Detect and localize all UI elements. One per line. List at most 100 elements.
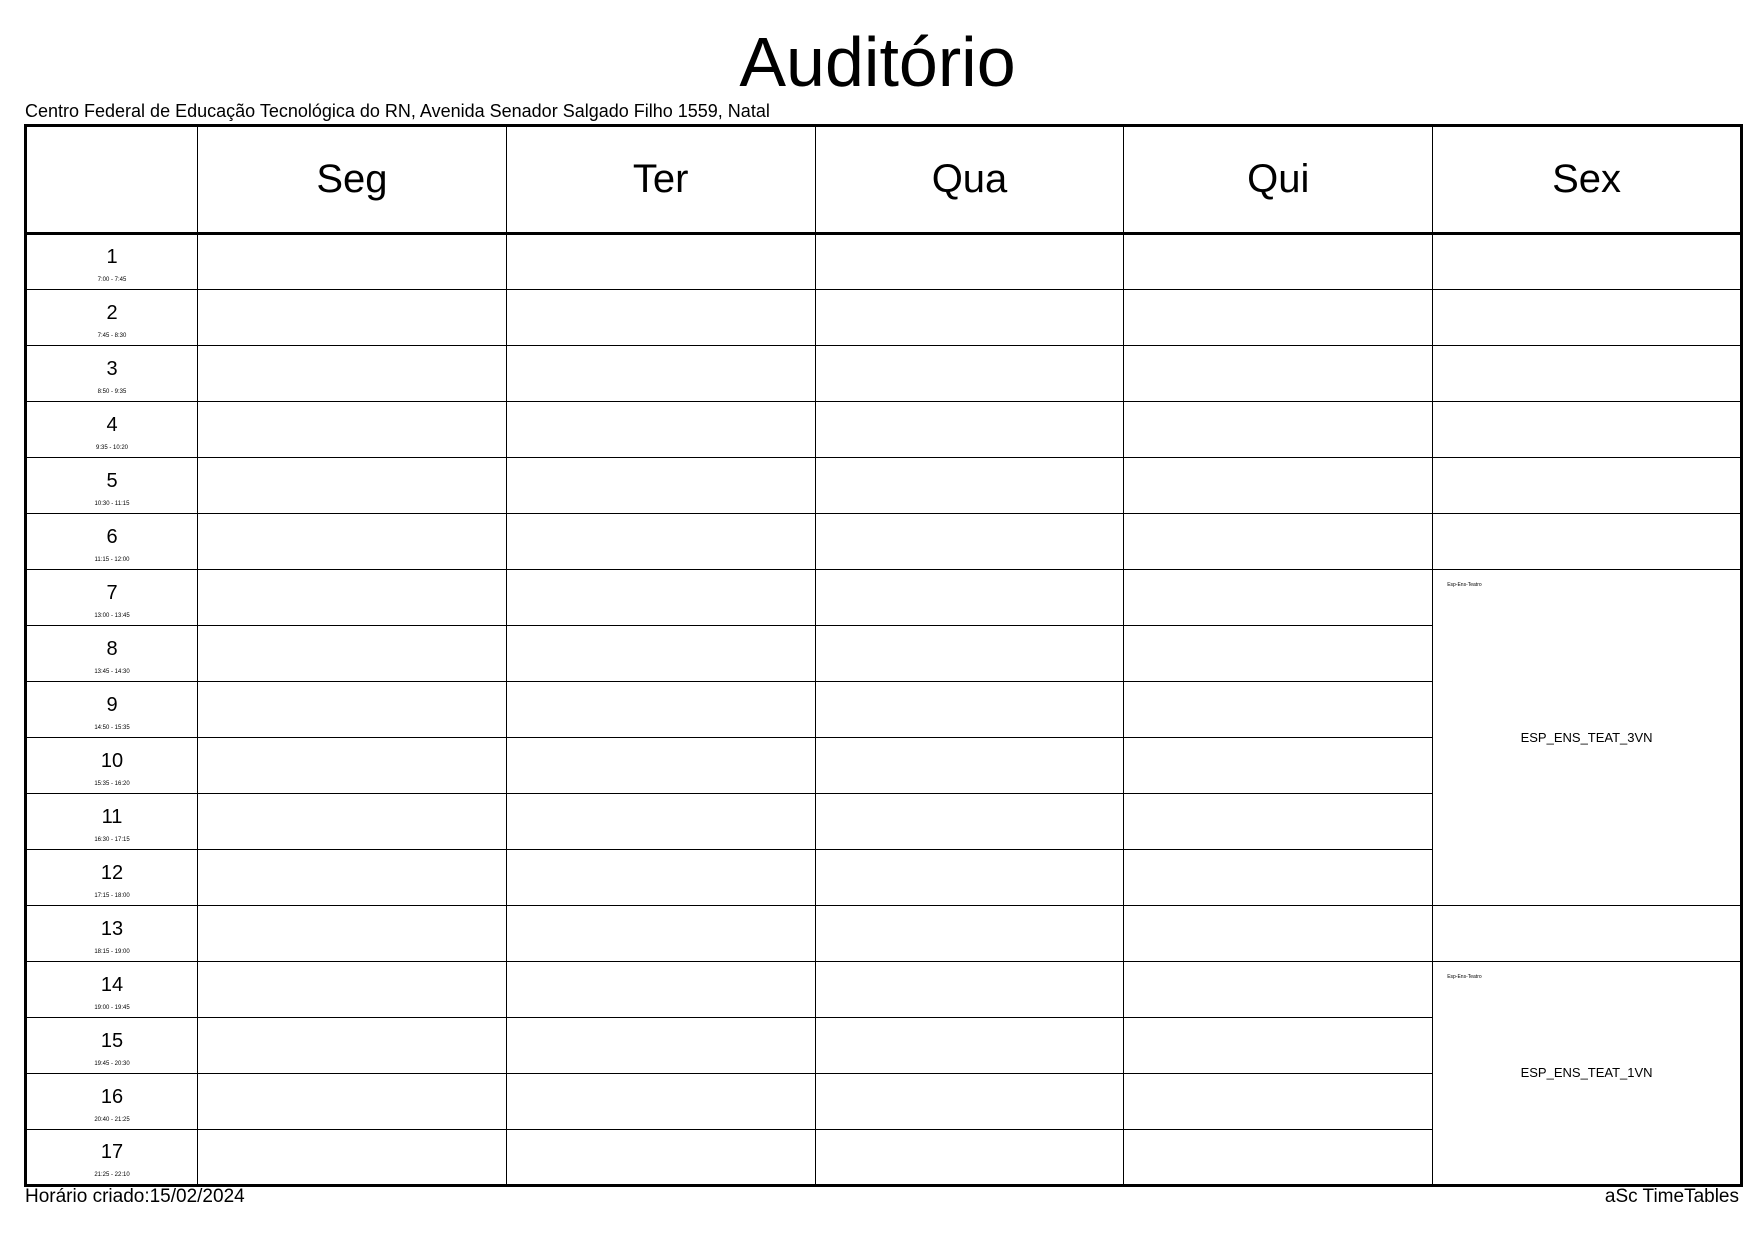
- empty-slot: [1432, 233, 1742, 290]
- page-title: Auditório: [739, 23, 1016, 101]
- timetable-grid: Seg Ter Qua Qui Sex 1 7:00 - 7:45 2 7:45 - …: [24, 124, 1743, 1187]
- period-number: 17: [100, 1141, 124, 1163]
- empty-slot: [1432, 401, 1742, 458]
- period-number: 1: [106, 246, 118, 268]
- empty-slot: [1432, 457, 1742, 514]
- empty-slot: [505, 793, 816, 850]
- lesson-card: Esp-Ens-Teatro ESP_ENS_TEAT_3VN: [1432, 569, 1742, 906]
- empty-slot: [1123, 289, 1434, 346]
- period-label-cell: 16 20:40 - 21:25: [25, 1073, 198, 1130]
- period-number: 15: [100, 1029, 124, 1052]
- timetable-body: 1 7:00 - 7:45 2 7:45 - 8:30 3 8:50 - 9:35 4 9:3…: [25, 233, 1742, 1186]
- empty-slot: [197, 401, 507, 458]
- period-number: 16: [100, 1085, 124, 1108]
- period-number: 8: [106, 637, 118, 660]
- period-label-cell: 2 7:45 - 8:30: [25, 289, 198, 346]
- period-row: 5 10:30 - 11:15: [25, 457, 1742, 514]
- empty-slot: [814, 513, 1125, 570]
- empty-slot: [1432, 905, 1742, 962]
- empty-slot: [1123, 1073, 1434, 1130]
- empty-slot: [505, 625, 816, 682]
- empty-slot: [505, 849, 816, 906]
- lesson-subject: Esp-Ens-Teatro: [1447, 582, 1482, 588]
- empty-slot: [197, 961, 507, 1018]
- school-address: Centro Federal de Educação Tecnológica d…: [25, 101, 770, 121]
- empty-slot: [814, 905, 1125, 962]
- day-header-ter: Ter: [505, 125, 816, 235]
- period-row: 3 8:50 - 9:35: [25, 345, 1742, 402]
- period-label-cell: 6 11:15 - 12:00: [25, 513, 198, 570]
- period-label-cell: 11 16:30 - 17:15: [25, 793, 198, 850]
- lesson-class: ESP_ENS_TEAT_1VN: [1520, 1065, 1653, 1080]
- empty-slot: [505, 905, 816, 962]
- period-row: 1 7:00 - 7:45: [25, 233, 1742, 290]
- period-time: 11:15 - 12:00: [94, 556, 130, 563]
- period-label-cell: 3 8:50 - 9:35: [25, 345, 198, 402]
- empty-slot: [814, 737, 1125, 794]
- day-header-seg: Seg: [197, 125, 507, 235]
- empty-slot: [197, 681, 507, 738]
- empty-slot: [505, 233, 816, 290]
- period-time: 19:00 - 19:45: [94, 1004, 130, 1011]
- empty-slot: [197, 457, 507, 514]
- period-label-cell: 4 9:35 - 10:20: [25, 401, 198, 458]
- day-header-qui: Qui: [1123, 125, 1434, 235]
- created-date: Horário criado:15/02/2024: [25, 1186, 245, 1207]
- period-row: 2 7:45 - 8:30: [25, 289, 1742, 346]
- empty-slot: [505, 513, 816, 570]
- period-time: 10:30 - 11:15: [94, 500, 130, 507]
- empty-slot: [197, 233, 507, 290]
- empty-slot: [197, 513, 507, 570]
- empty-slot: [814, 569, 1125, 626]
- period-label-cell: 15 19:45 - 20:30: [25, 1017, 198, 1074]
- period-label-cell: 9 14:50 - 15:35: [25, 681, 198, 738]
- empty-slot: [1123, 457, 1434, 514]
- empty-slot: [505, 457, 816, 514]
- period-number: 4: [106, 413, 118, 436]
- period-label-cell: 7 13:00 - 13:45: [25, 569, 198, 626]
- day-header-row: Seg Ter Qua Qui Sex: [25, 125, 1742, 235]
- period-time: 14:50 - 15:35: [94, 724, 130, 731]
- empty-slot: [1432, 289, 1742, 346]
- empty-slot: [197, 905, 507, 962]
- period-number: 10: [100, 749, 124, 772]
- empty-slot: [1123, 401, 1434, 458]
- empty-slot: [1123, 233, 1434, 290]
- period-time: 16:30 - 17:15: [94, 836, 130, 843]
- empty-slot: [505, 345, 816, 402]
- empty-slot: [814, 401, 1125, 458]
- empty-slot: [505, 569, 816, 626]
- empty-slot: [197, 1073, 507, 1130]
- empty-slot: [197, 1017, 507, 1074]
- empty-slot: [505, 961, 816, 1018]
- brand-label: aSc TimeTables: [1604, 1186, 1739, 1207]
- empty-slot: [197, 1129, 507, 1186]
- empty-slot: [197, 849, 507, 906]
- empty-slot: [814, 1073, 1125, 1130]
- empty-slot: [505, 1129, 816, 1186]
- empty-slot: [197, 793, 507, 850]
- empty-slot: [505, 1073, 816, 1130]
- empty-slot: [1123, 513, 1434, 570]
- period-number: 11: [101, 805, 123, 828]
- period-time: 19:45 - 20:30: [94, 1060, 130, 1067]
- period-number: 13: [100, 917, 124, 940]
- period-number: 3: [106, 357, 118, 380]
- period-time: 13:00 - 13:45: [94, 612, 130, 619]
- period-number: 12: [100, 861, 124, 884]
- empty-slot: [505, 737, 816, 794]
- empty-slot: [814, 793, 1125, 850]
- empty-slot: [1123, 345, 1434, 402]
- empty-slot: [505, 289, 816, 346]
- empty-slot: [1123, 1129, 1434, 1186]
- empty-slot: [1123, 1017, 1434, 1074]
- period-number: 2: [106, 301, 118, 324]
- period-row: 4 9:35 - 10:20: [25, 401, 1742, 458]
- period-row: 14 19:00 - 19:45 Esp-Ens-Teatro ESP_ENS_TEA…: [25, 961, 1742, 1186]
- lesson-subject: Esp-Ens-Teatro: [1447, 974, 1482, 980]
- day-header-sex: Sex: [1432, 125, 1742, 235]
- empty-slot: [1123, 849, 1434, 906]
- period-label-cell: 5 10:30 - 11:15: [25, 457, 198, 514]
- empty-slot: [1123, 737, 1434, 794]
- empty-slot: [197, 625, 507, 682]
